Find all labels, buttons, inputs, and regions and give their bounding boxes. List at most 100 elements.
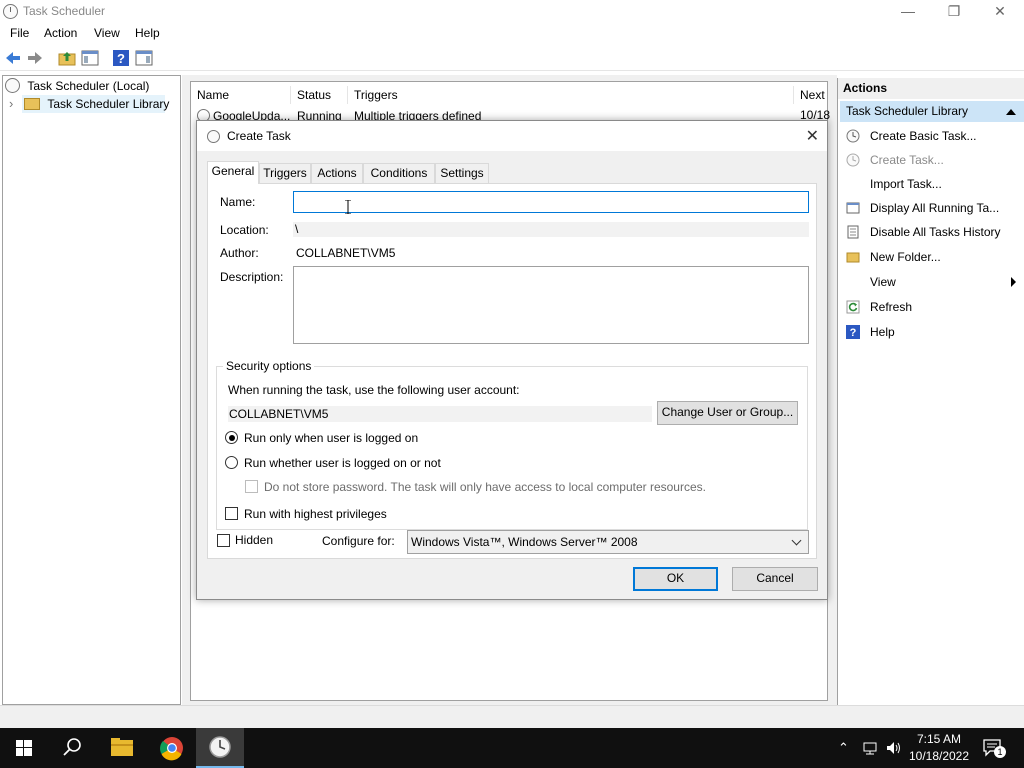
hidden-label[interactable]: Hidden: [235, 533, 273, 547]
tree-item-library-label: Task Scheduler Library: [47, 97, 170, 111]
tab-conditions[interactable]: Conditions: [363, 163, 435, 183]
submenu-arrow-icon: [1011, 277, 1016, 287]
menu-action[interactable]: Action: [44, 26, 77, 40]
column-header-name[interactable]: Name: [191, 86, 291, 104]
back-arrow-icon[interactable]: [4, 49, 22, 67]
clock-date[interactable]: 10/18/2022: [904, 749, 974, 763]
checkbox-hidden[interactable]: [217, 534, 230, 547]
radio-run-logged-on-label[interactable]: Run only when user is logged on: [244, 431, 418, 445]
radio-run-whether-label[interactable]: Run whether user is logged on or not: [244, 456, 441, 470]
description-input[interactable]: [293, 266, 809, 344]
window-title: Task Scheduler: [23, 4, 106, 18]
show-hide-console-tree-icon[interactable]: [81, 49, 99, 67]
security-options-group: Security options When running the task, …: [216, 359, 808, 530]
ok-button[interactable]: OK: [633, 567, 718, 591]
action-view[interactable]: View: [838, 271, 1024, 293]
column-header-triggers[interactable]: Triggers: [348, 86, 794, 104]
status-bar: [0, 705, 1024, 729]
author-label: Author:: [220, 246, 259, 260]
tree-item-root-label: Task Scheduler (Local): [27, 79, 150, 93]
action-disable-tasks-history[interactable]: Disable All Tasks History: [838, 221, 1024, 243]
help-icon: ?: [846, 325, 860, 339]
chevron-down-icon: [791, 535, 802, 546]
tree-item-library[interactable]: Task Scheduler Library: [22, 95, 169, 113]
help-icon[interactable]: ?: [112, 49, 130, 67]
actions-header: Actions: [838, 78, 1024, 99]
account-prompt: When running the task, use the following…: [228, 383, 520, 397]
name-input[interactable]: [293, 191, 809, 213]
volume-icon[interactable]: [886, 741, 902, 755]
actions-section-library[interactable]: Task Scheduler Library: [840, 101, 1024, 122]
toolbar: ?: [0, 45, 1024, 71]
checkbox-no-store-password[interactable]: [245, 480, 258, 493]
close-window-button[interactable]: ✕: [977, 0, 1023, 24]
column-header-next[interactable]: Next: [794, 86, 829, 104]
svg-text:?: ?: [117, 51, 125, 66]
configure-for-select[interactable]: Windows Vista™, Windows Server™ 2008: [407, 530, 809, 554]
chrome-icon: [160, 737, 183, 761]
tab-actions[interactable]: Actions: [311, 163, 363, 183]
folder-icon: [846, 252, 860, 263]
refresh-icon: [846, 300, 860, 314]
radio-run-logged-on[interactable]: [225, 431, 238, 444]
cancel-button[interactable]: Cancel: [732, 567, 818, 591]
file-explorer-icon: [111, 738, 133, 756]
checkbox-highest-privileges[interactable]: [225, 507, 238, 520]
tab-settings[interactable]: Settings: [435, 163, 489, 183]
task-scheduler-taskbar-button[interactable]: [196, 728, 244, 768]
tree-item-root[interactable]: Task Scheduler (Local): [5, 77, 149, 95]
tree-expander-icon[interactable]: ›: [9, 96, 13, 111]
task-scheduler-icon: [209, 736, 231, 758]
taskbar: ⌃ 7:15 AM 10/18/2022 1: [0, 728, 1024, 768]
notification-count-badge: 1: [994, 746, 1006, 758]
chrome-button[interactable]: [148, 728, 196, 768]
clock-time[interactable]: 7:15 AM: [904, 732, 974, 746]
console-tree: Task Scheduler (Local) › Task Scheduler …: [2, 75, 181, 705]
menu-file[interactable]: File: [10, 26, 29, 40]
folder-up-icon[interactable]: [58, 49, 76, 67]
name-label: Name:: [220, 195, 256, 209]
file-explorer-button[interactable]: [98, 728, 146, 768]
action-create-task[interactable]: Create Task...: [838, 149, 1024, 171]
action-help[interactable]: ? Help: [838, 321, 1024, 343]
action-label: View: [870, 275, 896, 289]
action-label: Create Basic Task...: [870, 129, 977, 143]
security-options-title: Security options: [223, 359, 315, 373]
collapse-triangle-icon[interactable]: [1006, 109, 1016, 115]
user-account-value: COLLABNET\VM5: [228, 406, 652, 422]
action-create-basic-task[interactable]: Create Basic Task...: [838, 125, 1024, 147]
tab-triggers[interactable]: Triggers: [259, 163, 311, 183]
radio-run-whether[interactable]: [225, 456, 238, 469]
action-import-task[interactable]: Import Task...: [838, 173, 1024, 195]
action-refresh[interactable]: Refresh: [838, 296, 1024, 318]
menu-bar: File Action View Help: [0, 24, 1024, 44]
column-header-status[interactable]: Status: [291, 86, 348, 104]
network-icon[interactable]: [862, 741, 878, 755]
start-button[interactable]: [0, 728, 48, 768]
action-label: Display All Running Ta...: [870, 201, 1000, 215]
clock-icon: [5, 78, 20, 93]
highest-privileges-label[interactable]: Run with highest privileges: [244, 507, 387, 521]
search-icon: [63, 738, 81, 756]
action-new-folder[interactable]: New Folder...: [838, 246, 1024, 268]
notification-center-button[interactable]: 1: [982, 738, 1006, 758]
dialog-titlebar: Create Task ✕: [197, 121, 827, 151]
search-button[interactable]: [48, 728, 96, 768]
tab-general[interactable]: General: [207, 161, 259, 184]
menu-view[interactable]: View: [94, 26, 120, 40]
change-user-button[interactable]: Change User or Group...: [657, 401, 798, 425]
dialog-close-button[interactable]: ✕: [806, 126, 819, 146]
configure-for-value: Windows Vista™, Windows Server™ 2008: [411, 535, 638, 549]
create-task-dialog: Create Task ✕ General Triggers Actions C…: [196, 120, 828, 600]
task-scheduler-app-icon: [3, 4, 18, 19]
menu-help[interactable]: Help: [135, 26, 160, 40]
window-titlebar: Task Scheduler — ❐ ✕: [0, 0, 1024, 24]
general-tab-panel: Name: Location: \ Author: COLLABNET\VM5 …: [207, 183, 817, 559]
show-hidden-icons-icon[interactable]: ⌃: [838, 740, 849, 756]
restore-button[interactable]: ❐: [931, 0, 977, 24]
minimize-button[interactable]: —: [885, 0, 931, 24]
forward-arrow-icon[interactable]: [26, 49, 44, 67]
action-display-running-tasks[interactable]: Display All Running Ta...: [838, 197, 1024, 219]
show-hide-action-pane-icon[interactable]: [135, 49, 153, 67]
description-label: Description:: [220, 270, 284, 284]
